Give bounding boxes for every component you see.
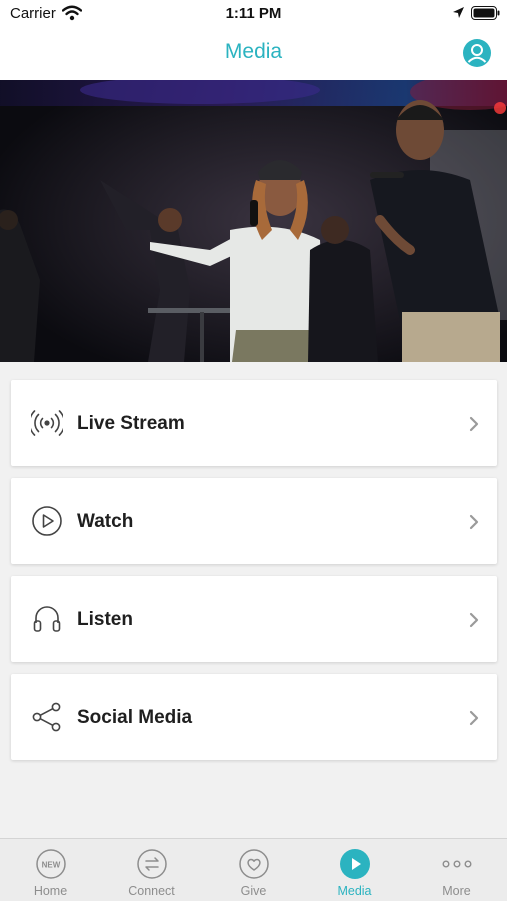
status-bar: Carrier 1:11 PM <box>0 0 507 28</box>
tab-label: Connect <box>128 884 175 898</box>
battery-icon <box>471 6 500 20</box>
menu-item-label: Social Media <box>77 707 193 728</box>
tab-label: More <box>442 884 471 898</box>
status-time: 1:11 PM <box>225 5 282 22</box>
share-icon <box>32 702 61 732</box>
new-badge-icon: NEW <box>36 849 66 879</box>
tab-label: Give <box>240 884 267 898</box>
menu-item-social-media[interactable]: Social Media <box>11 674 497 760</box>
new-badge-text: NEW <box>42 861 61 870</box>
hero-image <box>0 80 507 362</box>
tab-more[interactable]: More <box>406 839 507 901</box>
tab-give[interactable]: Give <box>203 839 304 901</box>
tab-connect[interactable]: Connect <box>101 839 202 901</box>
broadcast-icon <box>31 410 63 436</box>
page-title: Media <box>224 40 283 63</box>
heart-icon <box>239 849 269 879</box>
worship-stage-photo <box>0 80 507 362</box>
chevron-right-icon <box>469 416 479 432</box>
headphones-icon <box>33 606 61 632</box>
menu-item-label: Live Stream <box>77 413 185 434</box>
profile-icon[interactable] <box>463 39 491 67</box>
chevron-right-icon <box>469 710 479 726</box>
menu-item-label: Watch <box>77 511 134 532</box>
menu-item-live-stream[interactable]: Live Stream <box>11 380 497 466</box>
navigation-bar: Media <box>0 28 507 81</box>
tab-bar: NEW Home Connect Give Media More <box>0 838 507 901</box>
chevron-right-icon <box>469 514 479 530</box>
menu-item-listen[interactable]: Listen <box>11 576 497 662</box>
tab-label: Home <box>33 884 68 898</box>
tab-media[interactable]: Media <box>304 839 405 901</box>
more-dots-icon <box>442 860 472 868</box>
menu-item-watch[interactable]: Watch <box>11 478 497 564</box>
menu-item-label: Listen <box>77 609 133 630</box>
tab-home[interactable]: NEW Home <box>0 839 101 901</box>
play-circle-icon <box>32 506 62 536</box>
chevron-right-icon <box>469 612 479 628</box>
location-arrow-icon <box>453 7 464 18</box>
tab-label: Media <box>337 884 372 898</box>
play-circle-icon <box>340 849 370 879</box>
arrows-exchange-icon <box>137 849 167 879</box>
